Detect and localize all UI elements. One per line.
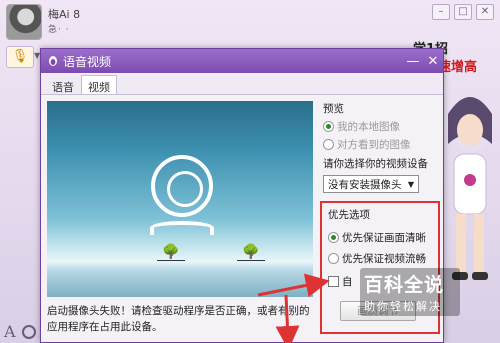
avatar[interactable] (6, 4, 42, 40)
tab-video[interactable]: 视频 (81, 75, 117, 94)
cartoon-character-illustration (446, 92, 494, 280)
dialog-tabs: 语音 视频 (41, 73, 443, 95)
tab-voice[interactable]: 语音 (45, 75, 81, 94)
tree-silhouette: 🌳 (237, 245, 265, 261)
radio-label: 我的本地图像 (337, 121, 400, 133)
contact-name: 梅Ai 8 (48, 8, 81, 21)
radio-button[interactable] (323, 121, 334, 132)
preview-section-label: 预览 (323, 103, 344, 115)
voice-call-button[interactable]: 🎙 (6, 46, 34, 68)
emoji-icon[interactable] (21, 325, 36, 339)
window-controls: – □ ✕ (432, 4, 494, 20)
watermark-title: 百科全说 (364, 274, 445, 296)
dialog-title: 语音视频 (63, 54, 112, 69)
video-settings-panel: 预览 我的本地图像 对方看到的图像 请你选择你的视频设备 没有安装摄像头 ▼ (323, 101, 441, 201)
contact-signature: 急· · (48, 25, 70, 35)
dialog-titlebar[interactable]: 语音视频 — ✕ (41, 49, 443, 73)
radio-label: 对方看到的图像 (337, 139, 411, 151)
maximize-button[interactable]: □ (454, 4, 472, 20)
checkbox-label: 自 (342, 276, 353, 288)
radio-button[interactable] (328, 232, 339, 243)
device-section-label: 请你选择你的视频设备 (323, 158, 428, 170)
radio-button[interactable] (323, 139, 334, 150)
video-preview: 🌳 🌳 (47, 101, 313, 297)
watermark-subtitle: 助你轻松解决 (364, 300, 442, 313)
camera-error-message: 启动摄像头失败！请检查驱动程序是否正确，或者有别的应用程序在占用此设备。 (47, 305, 310, 333)
close-button[interactable]: ✕ (476, 4, 494, 20)
radio-smoothness[interactable]: 优先保证视频流畅 (328, 251, 432, 266)
chevron-down-icon: ▼ (407, 179, 414, 189)
radio-label: 优先保证视频流畅 (342, 253, 426, 265)
radio-remote-image[interactable]: 对方看到的图像 (323, 137, 441, 152)
tree-silhouette: 🌳 (157, 245, 185, 261)
input-toolbar: A (4, 322, 36, 341)
qq-penguin-icon (49, 56, 57, 66)
watermark-logo: 百科全说 助你轻松解决 (360, 268, 460, 316)
webcam-stand (150, 221, 214, 235)
priority-section-label: 优先选项 (328, 209, 370, 221)
radio-button[interactable] (328, 253, 339, 264)
device-select-value: 没有安装摄像头 (328, 178, 402, 191)
checkbox[interactable] (328, 276, 339, 287)
webcam-icon (151, 155, 213, 217)
radio-clarity[interactable]: 优先保证画面清晰 (328, 230, 432, 245)
radio-label: 优先保证画面清晰 (342, 232, 426, 244)
close-button[interactable]: ✕ (423, 54, 443, 69)
microphone-icon: 🎙 (11, 49, 29, 64)
font-icon[interactable]: A (4, 322, 16, 341)
minimize-button[interactable]: – (432, 4, 450, 20)
radio-local-image[interactable]: 我的本地图像 (323, 119, 441, 134)
minimize-button[interactable]: — (403, 54, 423, 69)
video-device-select[interactable]: 没有安装摄像头 ▼ (323, 175, 419, 193)
